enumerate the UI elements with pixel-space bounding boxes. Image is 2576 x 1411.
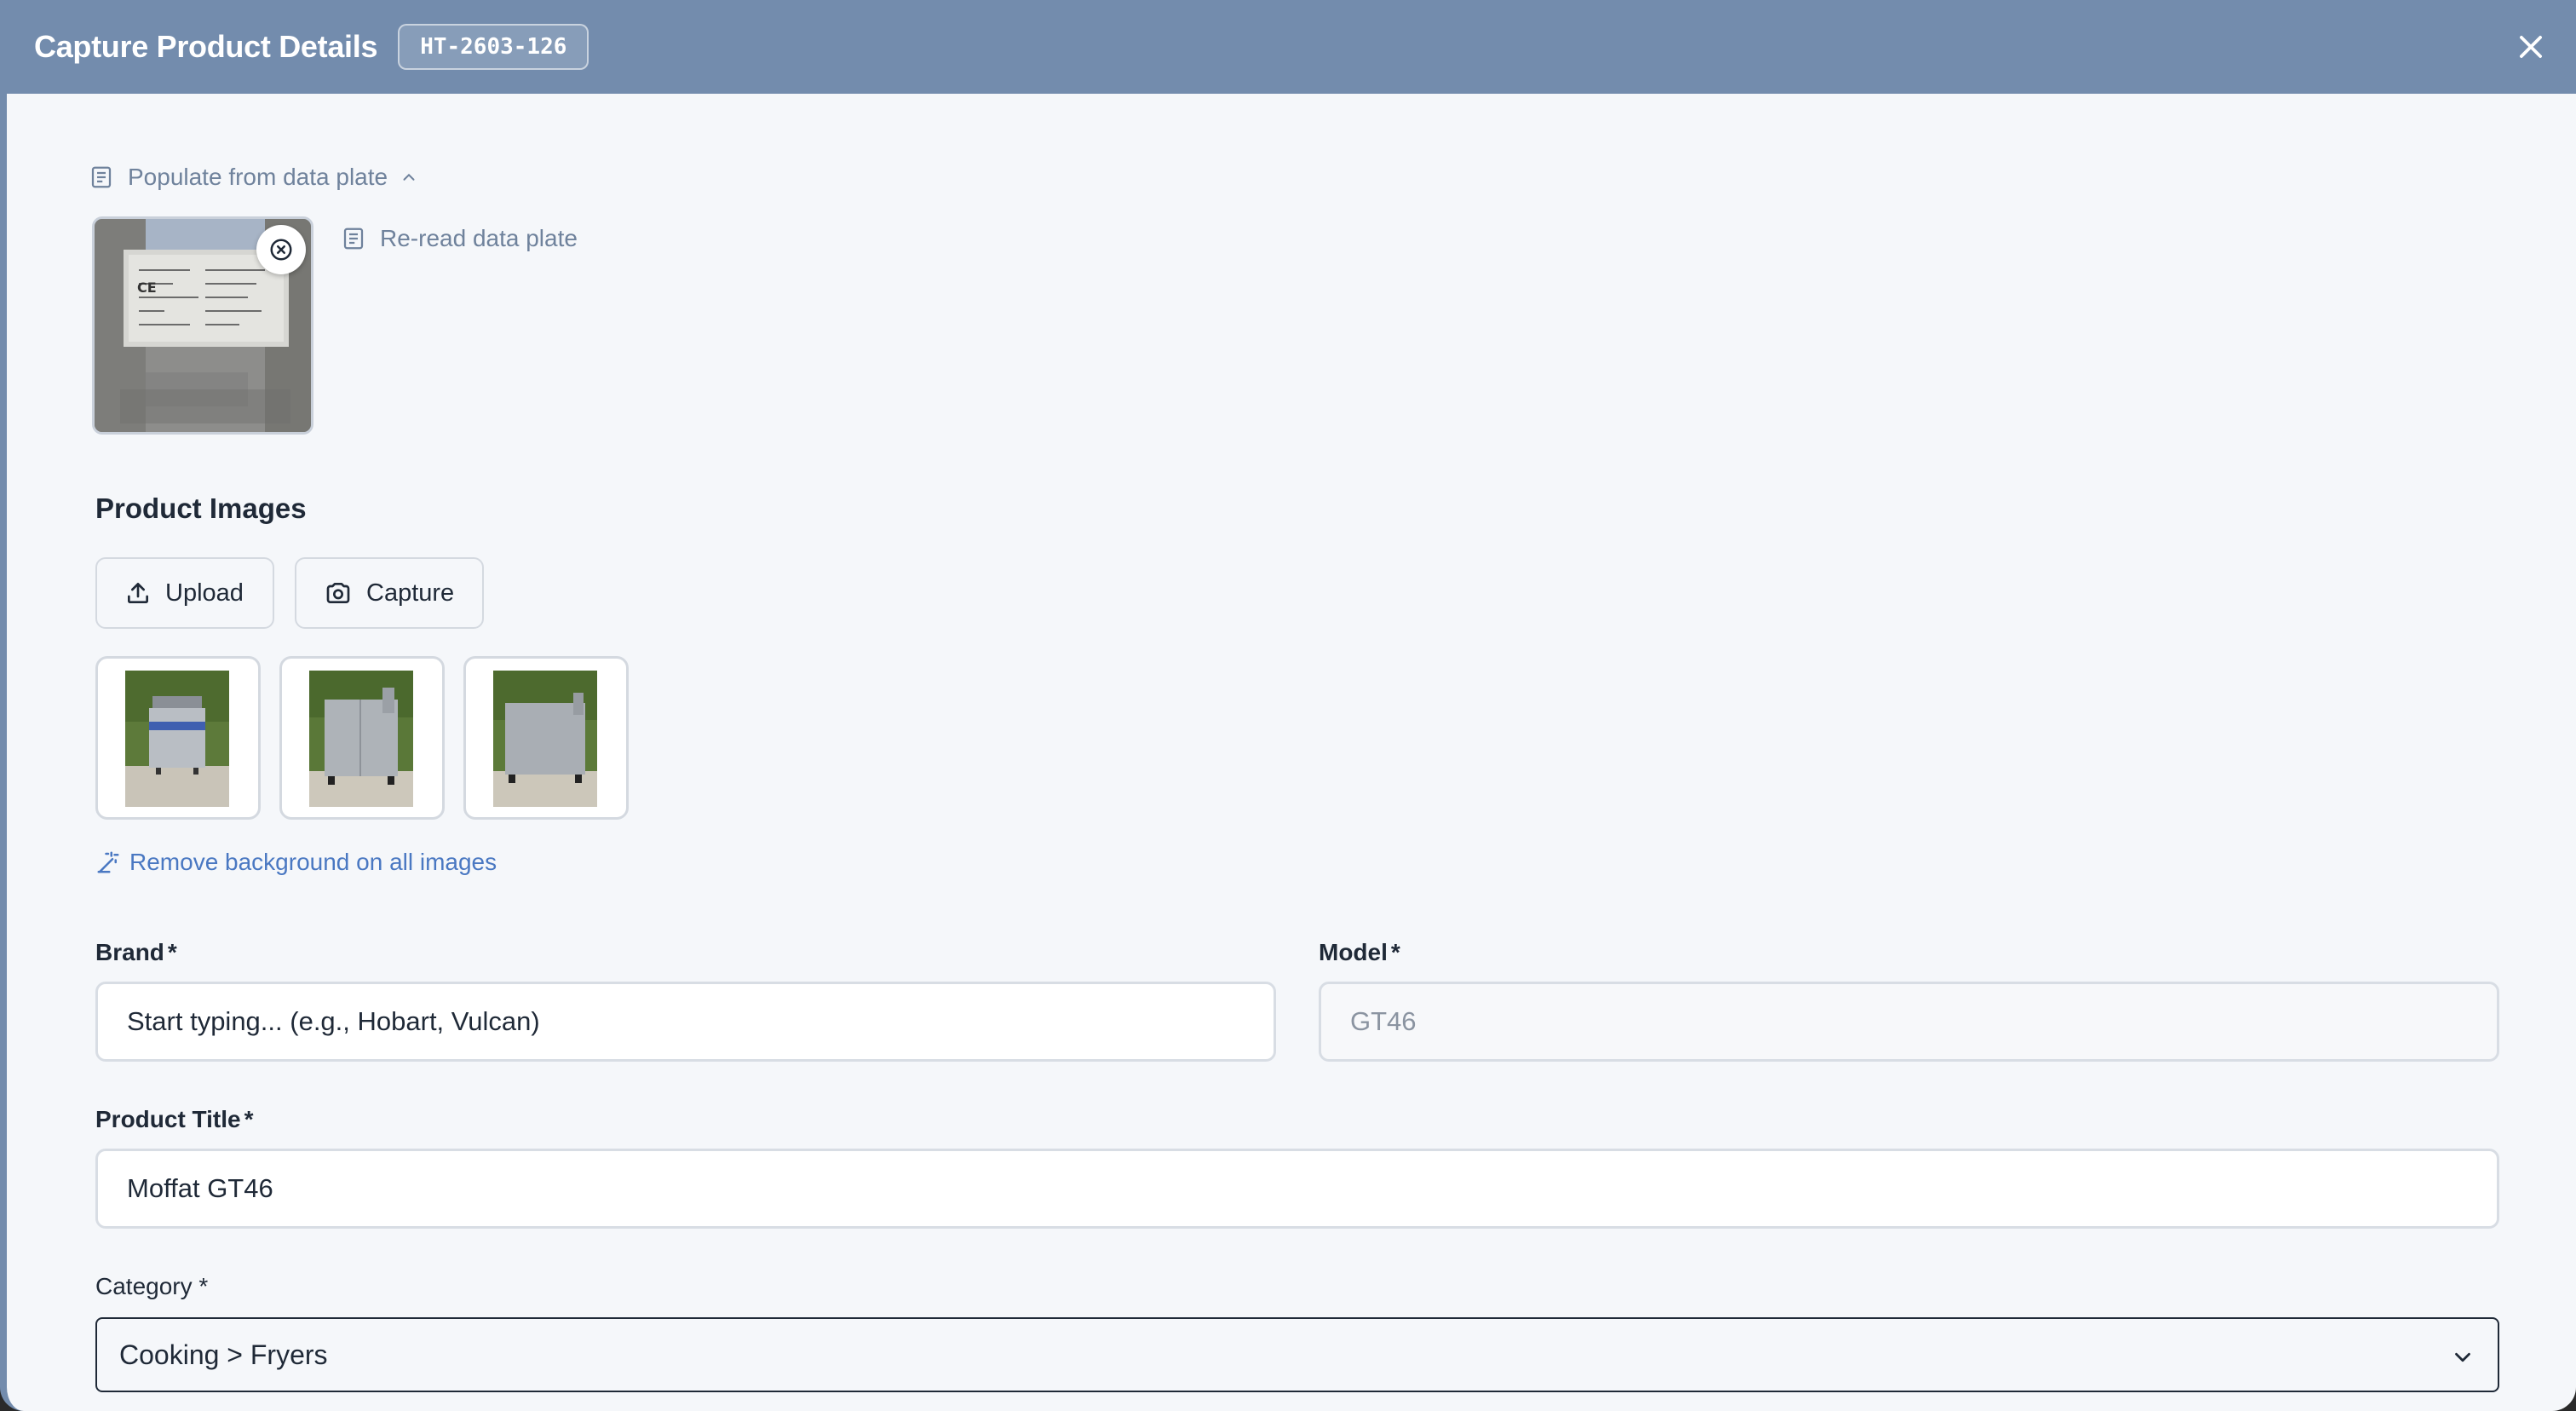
close-icon[interactable] (2515, 31, 2547, 63)
populate-from-data-plate-toggle[interactable]: Populate from data plate (89, 164, 418, 191)
modal-title: Capture Product Details (34, 29, 378, 64)
fryer-front-photo (125, 671, 229, 807)
reread-data-plate-button[interactable]: Re-read data plate (341, 225, 578, 252)
brand-placeholder: Start typing... (e.g., Hobart, Vulcan) (127, 1006, 540, 1036)
svg-text:CE: CE (137, 279, 157, 296)
upload-button[interactable]: Upload (95, 557, 274, 629)
brand-label: Brand * (95, 939, 177, 966)
capture-label: Capture (366, 579, 455, 607)
product-title-label-text: Product Title (95, 1106, 241, 1132)
product-title-input[interactable]: Moffat GT46 (95, 1149, 2499, 1229)
model-label: Model * (1319, 939, 1400, 966)
chevron-up-icon (403, 173, 415, 181)
upload-icon (128, 583, 148, 603)
brand-input[interactable]: Start typing... (e.g., Hobart, Vulcan) (95, 982, 1276, 1062)
model-input[interactable]: GT46 (1319, 982, 2499, 1062)
capture-product-modal: Capture Product Details HT-2603-126 Popu… (0, 0, 2576, 1411)
product-title-label: Product Title * (95, 1106, 254, 1133)
modal-header: Capture Product Details HT-2603-126 (7, 0, 2576, 94)
model-label-text: Model (1319, 939, 1388, 965)
category-value: Cooking > Fryers (119, 1339, 328, 1370)
required-marker: * (1390, 939, 1400, 965)
document-icon (343, 227, 364, 250)
remove-background-button[interactable]: Remove background on all images (95, 849, 497, 876)
magic-wand-icon (97, 851, 119, 873)
chevron-down-icon (2455, 1352, 2470, 1362)
document-icon (91, 166, 112, 188)
category-label: Category * (95, 1273, 208, 1300)
product-title-value: Moffat GT46 (127, 1173, 273, 1203)
capture-button[interactable]: Capture (295, 557, 484, 629)
close-circle-icon (270, 239, 292, 261)
populate-label: Populate from data plate (128, 164, 388, 190)
remove-data-plate-button[interactable] (256, 225, 306, 274)
brand-label-text: Brand (95, 939, 164, 965)
model-value: GT46 (1350, 1006, 1417, 1036)
required-marker: * (244, 1106, 254, 1132)
fryer-back-photo (493, 671, 597, 807)
product-image-thumbnail[interactable] (279, 656, 445, 820)
camera-icon (326, 583, 350, 603)
remove-background-label: Remove background on all images (129, 849, 497, 875)
category-label-text: Category * (95, 1273, 209, 1299)
reread-label: Re-read data plate (380, 225, 578, 251)
product-image-thumbnail[interactable] (463, 656, 629, 820)
fryer-side-photo (309, 671, 413, 807)
upload-label: Upload (165, 579, 244, 607)
required-marker: * (167, 939, 177, 965)
product-image-thumbnail[interactable] (95, 656, 261, 820)
ticket-id-badge: HT-2603-126 (398, 24, 589, 70)
category-select[interactable]: Cooking > Fryers (95, 1317, 2499, 1392)
product-images-title: Product Images (95, 492, 307, 524)
